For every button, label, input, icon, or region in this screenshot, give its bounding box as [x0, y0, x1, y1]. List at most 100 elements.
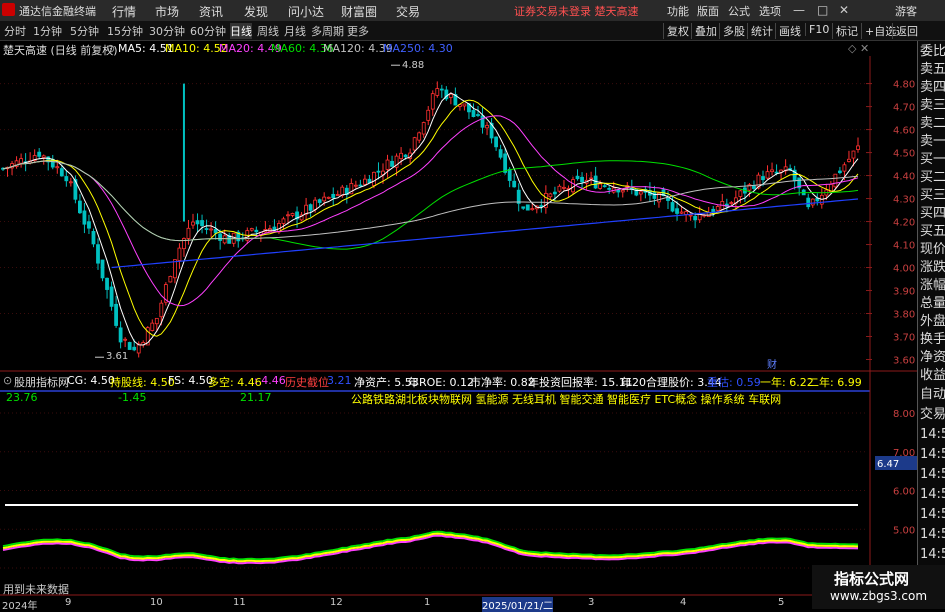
stats-button[interactable]: 统计 [747, 23, 773, 39]
candle-body [571, 179, 575, 193]
candle-body [638, 191, 643, 195]
indicator-toggle-icon[interactable]: ⊙ [3, 374, 12, 387]
price-tick-label: 4.50 [893, 149, 915, 160]
candle-body [249, 228, 254, 231]
candle-body [562, 186, 566, 189]
fin-marker[interactable]: 财 [767, 358, 777, 371]
ind-tick-label: 6.00 [893, 487, 915, 498]
candle-body [602, 185, 607, 188]
candle-body [412, 137, 417, 151]
candle-body [68, 181, 73, 184]
future-data-label: 用到未来数据 [3, 583, 69, 596]
candle-body [498, 149, 503, 158]
candle-body [358, 184, 363, 187]
candle-body [213, 228, 218, 234]
period-month[interactable]: 月线 [284, 23, 306, 39]
login-warning[interactable]: 证券交易未登录 楚天高速 [514, 3, 639, 19]
menu-ask[interactable]: 问小达 [288, 3, 324, 20]
candle-body [82, 210, 87, 225]
f10-button[interactable]: F10 [805, 23, 829, 36]
menu-news[interactable]: 资讯 [199, 3, 223, 20]
menu-formula[interactable]: 公式 [728, 3, 750, 19]
candle-body [752, 185, 756, 189]
candle-body [385, 159, 390, 170]
price-tick-label: 3.90 [893, 287, 915, 298]
menu-wealth[interactable]: 财富圈 [341, 3, 377, 20]
chart-ctrl-icon[interactable]: ◇ [848, 42, 856, 55]
side-item: 换手 [920, 332, 945, 347]
period-30min[interactable]: 30分钟 [149, 23, 185, 39]
candle-body [353, 184, 358, 187]
candle-body [715, 206, 720, 211]
watermark-title: 指标公式网 [834, 570, 910, 588]
low-price-label: 3.61 [106, 351, 128, 362]
quote-side-panel[interactable]: 委比 卖五 卖四 卖三 卖二 卖一 买一 买二 买三 买四 买五 现价 涨跌 涨幅 总量 外盘 换手 净资 收益 自动… [917, 41, 945, 609]
period-60min[interactable]: 60分钟 [190, 23, 226, 39]
chart-close-icon[interactable]: ✕ [860, 42, 869, 55]
menu-layout[interactable]: 版面 [697, 3, 719, 19]
ind-revalue: 重估: 0.59 [707, 376, 761, 389]
menu-options[interactable]: 选项 [759, 3, 781, 19]
maximize-icon[interactable]: □ [817, 3, 828, 17]
ind-hold: 持股线: 4.50 [110, 376, 175, 389]
ma5-line [2, 92, 859, 346]
candle-body [186, 227, 191, 239]
period-day[interactable]: 日线 [230, 23, 252, 39]
ma250-label: MA250: 4.30 [383, 42, 453, 55]
menu-discover[interactable]: 发现 [244, 3, 268, 20]
period-1min[interactable]: 1分钟 [33, 23, 62, 39]
period-week[interactable]: 周线 [257, 23, 279, 39]
ind-oneyear: 一年: 6.22 [760, 376, 814, 389]
candle-body [78, 200, 82, 214]
candle-body [281, 218, 286, 224]
candle-body [209, 228, 213, 231]
period-15min[interactable]: 15分钟 [107, 23, 143, 39]
time-label: 5 [778, 597, 785, 608]
app-logo-icon [2, 3, 15, 16]
side-item: 卖四 [920, 80, 945, 95]
candle-body [607, 187, 612, 190]
candle-body [675, 208, 679, 214]
toggle-icon[interactable]: ⊙ [106, 42, 115, 55]
candle-body [810, 198, 815, 206]
candle-body [548, 193, 553, 198]
candle-body [417, 132, 422, 141]
period-5min[interactable]: 5分钟 [70, 23, 99, 39]
close-icon[interactable]: ✕ [839, 3, 849, 17]
add-watchlist-button[interactable]: +自选 [861, 23, 896, 39]
current-value-label: 6.47 [877, 459, 899, 470]
side-item: 14:5 [920, 447, 945, 462]
candle-body [191, 221, 195, 226]
candle-body [59, 168, 64, 177]
overlay-button[interactable]: 叠加 [691, 23, 717, 39]
menu-function[interactable]: 功能 [667, 3, 689, 19]
period-more[interactable]: 更多 [347, 23, 369, 39]
adjust-button[interactable]: 复权 [663, 23, 689, 39]
candle-body [589, 177, 593, 180]
kline-chart[interactable]: 4.80 4.70 4.60 4.50 4.40 4.30 4.20 4.10 4.00 3.90… [0, 56, 917, 597]
candle-body [363, 178, 367, 185]
multi-stock-button[interactable]: 多股 [719, 23, 745, 39]
ma60-line [2, 160, 859, 250]
period-multi[interactable]: 多周期 [311, 23, 344, 39]
price-tick-label: 4.70 [893, 103, 915, 114]
candle-body [693, 215, 698, 221]
candle-body [806, 197, 811, 208]
time-label: 11 [233, 597, 246, 608]
candle-body [616, 189, 621, 193]
mark-button[interactable]: 标记 [832, 23, 858, 39]
user-label[interactable]: 游客 [895, 3, 917, 19]
menu-quotes[interactable]: 行情 [112, 3, 136, 20]
minimize-icon[interactable]: — [793, 3, 805, 17]
main-info-bar: 楚天高速 (日线 前复权) ⊙ MA5: 4.51 MA10: 4.52 MA2… [0, 41, 870, 57]
time-label: 1 [424, 597, 431, 608]
draw-button[interactable]: 画线 [775, 23, 801, 39]
back-button[interactable]: 返回 [892, 23, 918, 39]
candle-body [390, 160, 394, 167]
menu-trade[interactable]: 交易 [396, 3, 420, 20]
candle-body [118, 327, 123, 343]
indicator-values-row: 23.76 -1.45 21.17 公路铁路湖北板块物联网 氢能源 无线耳机 智… [0, 390, 870, 406]
menu-market[interactable]: 市场 [155, 3, 179, 20]
candle-body [64, 176, 69, 182]
period-tick[interactable]: 分时 [4, 23, 26, 39]
